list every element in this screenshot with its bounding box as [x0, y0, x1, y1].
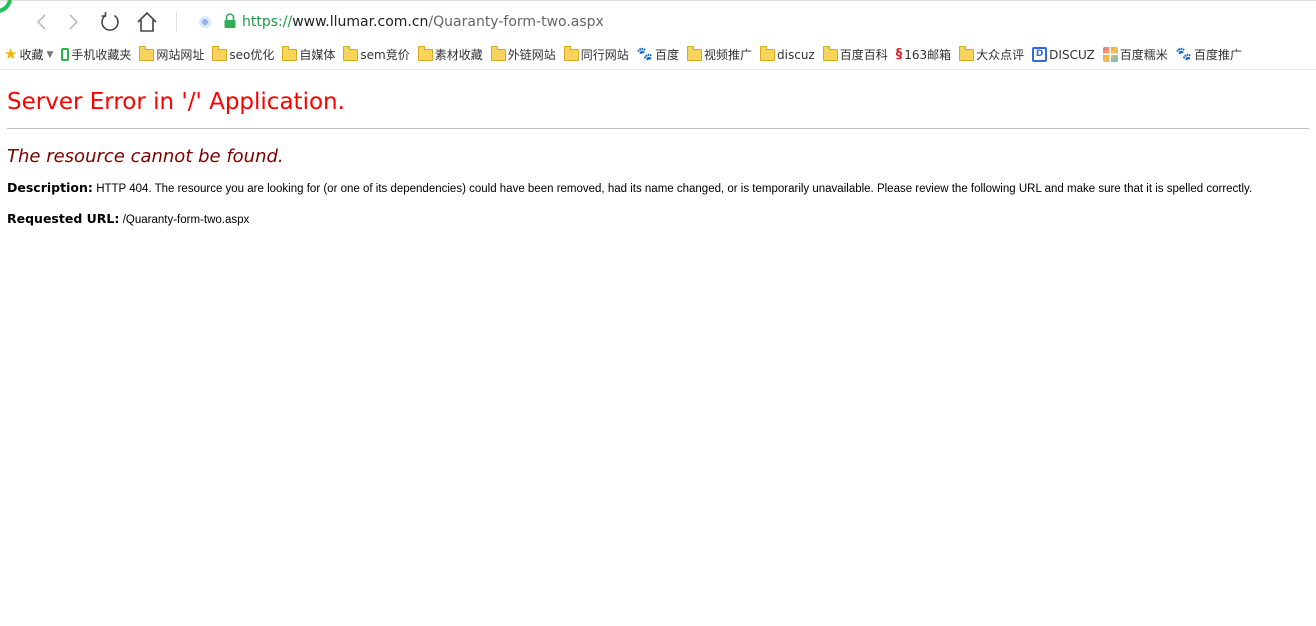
bookmark-peer-sites[interactable]: 同行网站 [563, 43, 629, 67]
bookmark-label: 外链网站 [507, 48, 556, 62]
bookmark-label: 素材收藏 [434, 48, 483, 62]
bookmark-label: 视频推广 [704, 48, 753, 62]
requested-url-value: /Quaranty-form-two.aspx [122, 214, 250, 226]
folder-icon [822, 45, 838, 61]
error-subtitle: The resource cannot be found. [7, 146, 284, 167]
folder-icon [139, 45, 155, 61]
description-label: Description: [7, 180, 93, 195]
page-title: Server Error in '/' Application. [7, 89, 345, 115]
bookmark-materials[interactable]: 素材收藏 [417, 43, 483, 67]
reload-icon [101, 12, 119, 31]
bookmark-discuz-folder[interactable]: discuz [760, 43, 815, 67]
title-divider [7, 128, 1309, 129]
folder-icon [687, 45, 702, 61]
folder-icon [760, 45, 776, 61]
discuz-icon: D [1032, 47, 1048, 62]
description-text: HTTP 404. The resource you are looking f… [96, 183, 1253, 195]
toolbar-divider [176, 12, 177, 32]
bookmark-label: 百度 [654, 48, 679, 62]
bookmark-dianping[interactable]: 大众点评 [959, 43, 1024, 67]
bookmark-self-media[interactable]: 自媒体 [282, 43, 335, 67]
bookmark-label: 大众点评 [976, 48, 1025, 62]
bookmark-label: 收藏 [19, 48, 44, 62]
bookmark-video-promo[interactable]: 视频推广 [687, 43, 752, 67]
bookmark-baidu-baike[interactable]: 百度百科 [822, 43, 888, 67]
address-toolbar: https://www.llumar.com.cn/Quaranty-form-… [0, 0, 1316, 40]
requested-url-label: Requested URL: [7, 211, 120, 226]
home-button[interactable] [134, 9, 160, 35]
chevron-down-icon: ▼ [46, 49, 54, 60]
bookmark-external-links[interactable]: 外链网站 [490, 43, 556, 67]
reload-button[interactable] [97, 9, 123, 35]
paw-icon: 🐾 [1175, 47, 1192, 62]
bookmark-label: 百度糯米 [1119, 48, 1168, 62]
bookmark-label: discuz [777, 47, 815, 62]
bookmark-label: seo优化 [229, 48, 275, 62]
bookmark-label: 百度百科 [839, 48, 888, 62]
url-path: /Quaranty-form-two.aspx [428, 14, 604, 30]
bookmark-label: DISCUZ [1049, 47, 1095, 62]
chevron-left-icon [36, 14, 46, 30]
folder-icon [490, 45, 506, 61]
url-host: www.llumar.com.cn [292, 14, 429, 30]
home-icon [137, 11, 157, 32]
site-info-icon[interactable] [198, 15, 212, 29]
bookmark-discuz[interactable]: D DISCUZ [1032, 43, 1095, 67]
bookmark-label: 同行网站 [580, 48, 629, 62]
bookmark-label: 自媒体 [299, 48, 336, 62]
bookmark-label: sem竞价 [360, 48, 410, 62]
address-bar-url[interactable]: https://www.llumar.com.cn/Quaranty-form-… [242, 12, 604, 32]
bookmark-baidu-promo[interactable]: 🐾 百度推广 [1176, 43, 1242, 67]
page-content: Server Error in '/' Application. The res… [0, 70, 1316, 626]
folder-icon [343, 45, 359, 61]
mail-163-icon: § [895, 47, 903, 62]
bookmark-baidu-nuomi[interactable]: 百度糯米 [1102, 43, 1168, 67]
grid-icon [1102, 47, 1118, 62]
bookmarks-bar: ★ 收藏 ▼ 手机收藏夹 网站网址 seo优化 自媒体 sem竞价 素材收藏 外… [0, 40, 1316, 70]
folder-icon [959, 45, 975, 61]
bookmark-label: 手机收藏夹 [71, 48, 132, 62]
bookmark-label: 百度推广 [1193, 48, 1242, 62]
error-description: Description: HTTP 404. The resource you … [7, 180, 1309, 197]
bookmark-163-mail[interactable]: § 163邮箱 [896, 43, 951, 67]
bookmark-seo[interactable]: seo优化 [212, 43, 274, 67]
phone-icon [61, 48, 70, 61]
bookmark-baidu[interactable]: 🐾 百度 [637, 43, 679, 67]
folder-icon [563, 45, 579, 61]
folder-icon [417, 45, 433, 61]
back-button[interactable] [28, 9, 54, 35]
forward-button[interactable] [61, 9, 87, 35]
lock-icon [224, 13, 236, 28]
bookmark-websites[interactable]: 网站网址 [139, 43, 204, 67]
bookmark-label: 网站网址 [156, 48, 205, 62]
paw-icon: 🐾 [636, 47, 653, 62]
chevron-right-icon [69, 14, 79, 30]
bookmark-label: 163邮箱 [904, 48, 952, 62]
bookmark-sem[interactable]: sem竞价 [343, 43, 410, 67]
bookmark-favorites[interactable]: ★ 收藏 ▼ [4, 43, 53, 67]
folder-icon [282, 45, 298, 61]
requested-url: Requested URL: /Quaranty-form-two.aspx [7, 211, 1309, 228]
browser-window: https://www.llumar.com.cn/Quaranty-form-… [0, 0, 1316, 626]
folder-icon [212, 45, 228, 61]
browser-logo-icon [0, 0, 12, 13]
star-icon: ★ [4, 45, 18, 63]
url-scheme: https:// [242, 14, 293, 30]
bookmark-mobile-favorites[interactable]: 手机收藏夹 [61, 43, 131, 67]
